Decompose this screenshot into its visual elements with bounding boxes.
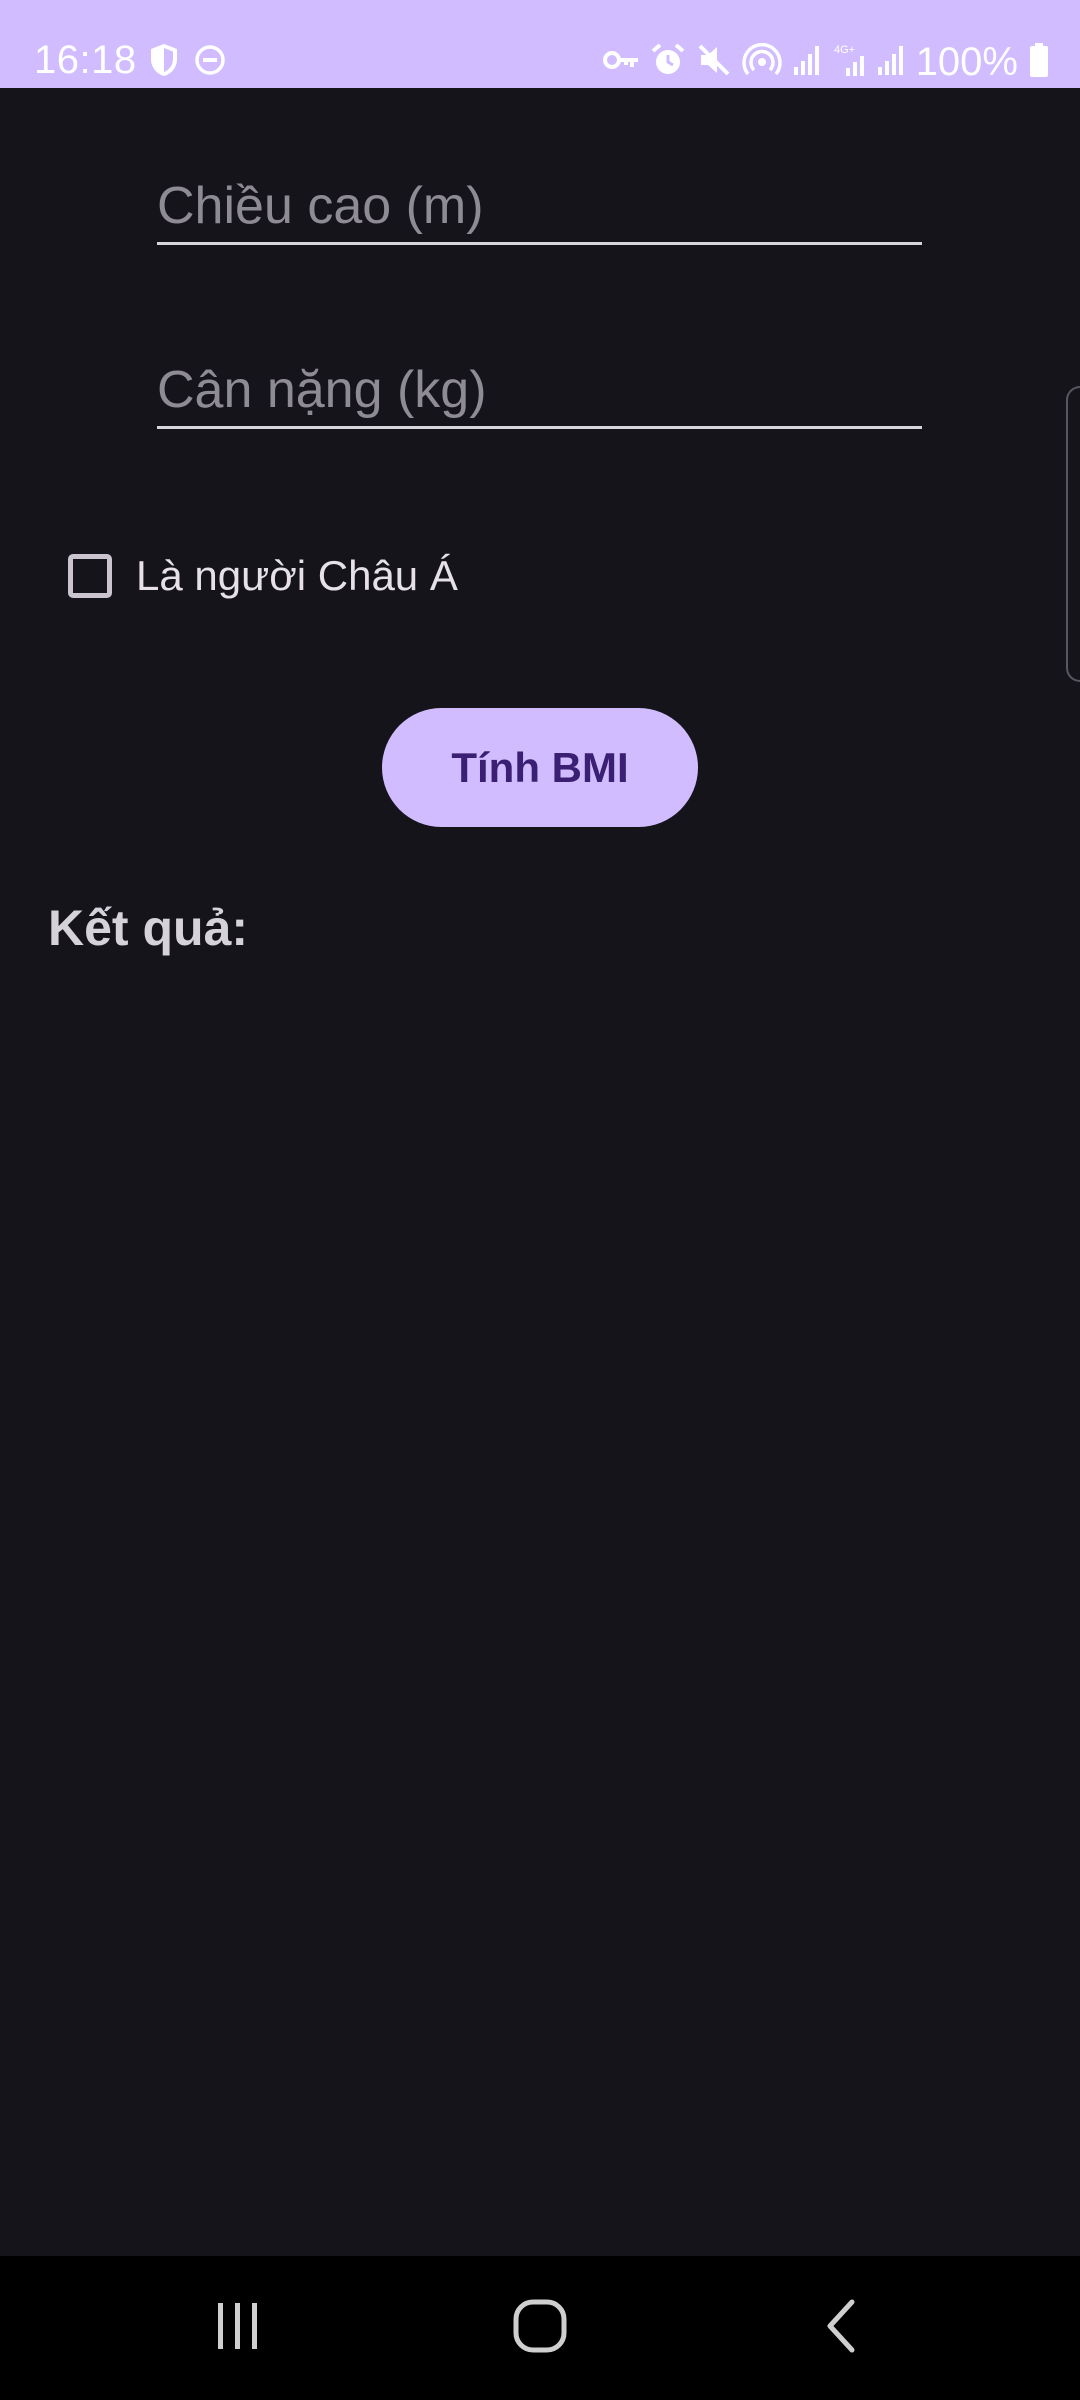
alarm-icon (650, 42, 686, 83)
weight-input[interactable] (157, 354, 922, 426)
svg-text:4G+: 4G+ (834, 44, 855, 56)
home-button[interactable] (450, 2256, 630, 2400)
height-field[interactable] (157, 170, 922, 245)
do-not-disturb-icon (194, 44, 226, 81)
asian-checkbox-row[interactable]: Là người Châu Á (68, 546, 458, 606)
recents-button[interactable] (148, 2256, 328, 2400)
navigation-bar (0, 2256, 1080, 2400)
status-time: 16:18 (34, 38, 137, 82)
shield-icon (148, 42, 180, 83)
result-label: Kết quả: (48, 900, 248, 956)
status-bar: 16:18 4G+ 100% (0, 0, 1080, 88)
status-right-icons: 4G+ 100% (602, 38, 1050, 86)
vpn-key-icon (602, 46, 640, 79)
back-button[interactable] (752, 2256, 932, 2400)
calculate-bmi-button[interactable]: Tính BMI (382, 708, 698, 827)
edge-panel-handle[interactable] (1066, 386, 1080, 682)
battery-percent: 100% (915, 40, 1018, 84)
battery-icon (1028, 42, 1050, 83)
asian-checkbox[interactable] (68, 554, 112, 598)
asian-checkbox-label[interactable]: Là người Châu Á (136, 546, 458, 606)
recents-icon (212, 2300, 264, 2357)
hotspot-icon (742, 42, 782, 83)
weight-field[interactable] (157, 354, 922, 429)
signal-4g-icon: 4G+ (832, 42, 866, 83)
back-icon (822, 2298, 862, 2359)
home-icon (512, 2298, 568, 2359)
signal-icon (792, 43, 822, 82)
status-left-icons (148, 42, 226, 83)
height-input[interactable] (157, 170, 922, 242)
screen: 16:18 4G+ 100% Chiều cao (m) Cân nặng (k… (0, 0, 1080, 2400)
signal-icon (876, 43, 906, 82)
mute-icon (696, 42, 732, 83)
